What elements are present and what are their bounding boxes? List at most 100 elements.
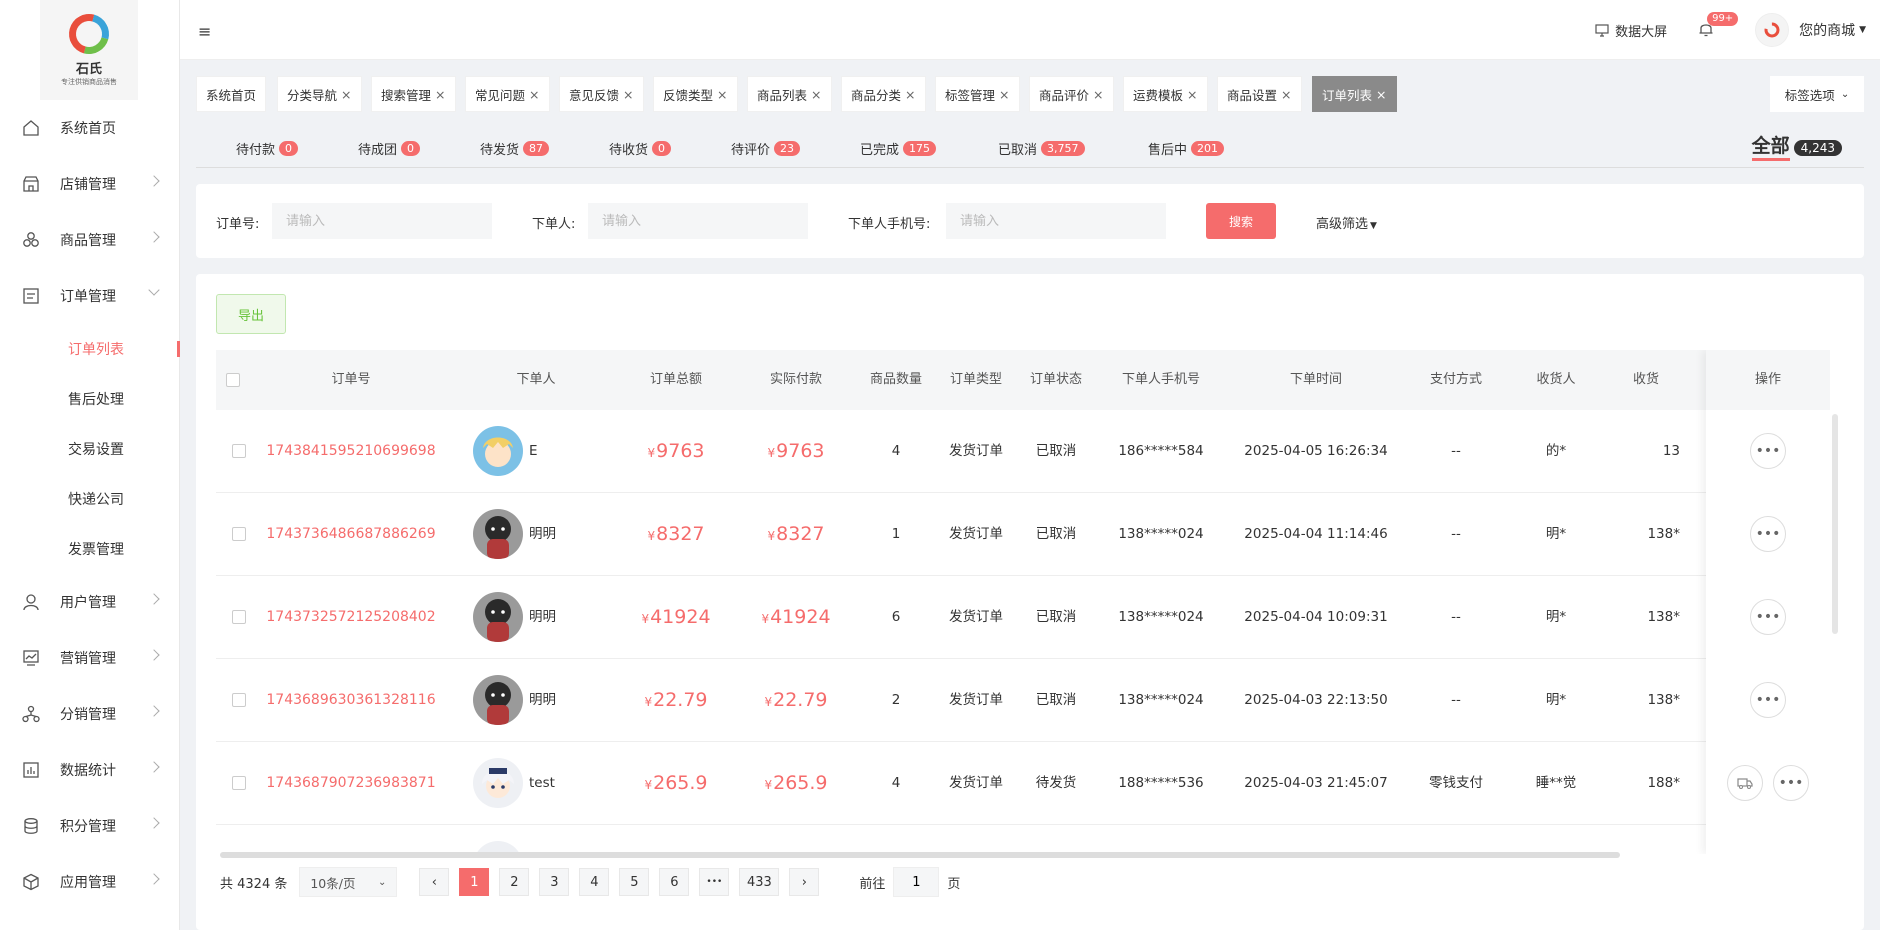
order-no-link[interactable]: 1743841595210699698 xyxy=(256,410,446,493)
close-icon[interactable]: × xyxy=(905,87,915,102)
page-ellipsis[interactable]: ••• xyxy=(699,868,730,896)
tag-feedback[interactable]: 意见反馈 × xyxy=(559,76,644,112)
row-checkbox[interactable] xyxy=(232,610,246,624)
menu-item-stats[interactable]: 数据统计 xyxy=(0,742,180,798)
page-button[interactable]: 3 xyxy=(539,868,570,896)
status-tab-after-sale[interactable]: 售后中 201 xyxy=(1148,139,1225,158)
close-icon[interactable]: × xyxy=(1093,87,1103,102)
menu-item-points[interactable]: 积分管理 xyxy=(0,798,180,854)
caret-down-icon[interactable]: ▼ xyxy=(1859,25,1866,35)
status-tab-all[interactable]: 全部 4,243 xyxy=(1751,134,1842,161)
advanced-filter-button[interactable]: 高级筛选 ▼ xyxy=(1316,213,1377,232)
menu-item-apps[interactable]: 应用管理 xyxy=(0,854,180,910)
phone-input[interactable] xyxy=(946,203,1166,239)
close-icon[interactable]: × xyxy=(341,87,351,102)
menu-item-users[interactable]: 用户管理 xyxy=(0,574,180,630)
select-all-checkbox[interactable] xyxy=(226,373,240,387)
tag-goods-category[interactable]: 商品分类 × xyxy=(841,76,926,112)
submenu-trade-settings[interactable]: 交易设置 xyxy=(0,424,180,474)
tag-home[interactable]: 系统首页 xyxy=(196,76,267,112)
submenu-order-list[interactable]: 订单列表 xyxy=(0,324,180,374)
tag-search[interactable]: 搜索管理 × xyxy=(371,76,456,112)
close-icon[interactable]: × xyxy=(717,87,727,102)
menu-item-distribution[interactable]: 分销管理 xyxy=(0,686,180,742)
page-button[interactable]: 2 xyxy=(499,868,530,896)
more-actions-button[interactable]: ••• xyxy=(1773,765,1809,801)
search-button[interactable]: 搜索 xyxy=(1206,203,1276,239)
menu-item-shop[interactable]: 店铺管理 xyxy=(0,156,180,212)
tag-goods-settings[interactable]: 商品设置 × xyxy=(1217,76,1302,112)
table-row[interactable]: 1743689630361328116 明明 ¥22.79 ¥22.79 2 发… xyxy=(216,659,1830,742)
table-row[interactable]: 1743687907236983871 test ¥265.9 ¥265.9 4… xyxy=(216,742,1830,825)
prev-page-button[interactable]: ‹ xyxy=(419,868,450,896)
order-no-link[interactable]: 1743687907236983871 xyxy=(256,742,446,825)
submenu-after-sale[interactable]: 售后处理 xyxy=(0,374,180,424)
status-tab-to-review[interactable]: 待评价 23 xyxy=(731,139,801,158)
order-no-link[interactable]: 1743736486687886269 xyxy=(256,493,446,576)
status-label: 待发货 xyxy=(480,143,520,158)
row-checkbox[interactable] xyxy=(232,527,246,541)
more-actions-button[interactable]: ••• xyxy=(1750,433,1786,469)
status-tab-completed[interactable]: 已完成 175 xyxy=(860,139,937,158)
horizontal-scrollbar[interactable] xyxy=(220,852,1620,858)
tag-options-button[interactable]: 标签选项 ⌄ xyxy=(1770,76,1864,112)
tag-order-list[interactable]: 订单列表 × xyxy=(1312,76,1397,112)
submenu-express[interactable]: 快递公司 xyxy=(0,474,180,524)
page-button[interactable]: 433 xyxy=(739,868,780,896)
page-button[interactable]: 1 xyxy=(459,868,490,896)
tag-goods-review[interactable]: 商品评价 × xyxy=(1029,76,1114,112)
shop-name[interactable]: 您的商城 xyxy=(1799,20,1855,40)
status-tab-to-receive[interactable]: 待收货 0 xyxy=(609,139,672,158)
more-actions-button[interactable]: ••• xyxy=(1750,599,1786,635)
status-tab-unpaid[interactable]: 待付款 0 xyxy=(236,139,299,158)
close-icon[interactable]: × xyxy=(1376,87,1386,102)
table-row[interactable]: 1743732572125208402 明明 ¥41924 ¥41924 6 发… xyxy=(216,576,1830,659)
menu-item-home[interactable]: 系统首页 xyxy=(0,100,180,156)
buyer-input[interactable] xyxy=(588,203,808,239)
tag-freight[interactable]: 运费模板 × xyxy=(1123,76,1208,112)
goto-page-input[interactable] xyxy=(893,867,940,897)
order-no-input[interactable] xyxy=(272,203,492,239)
table-row[interactable]: 1743841595210699698 E ¥9763 ¥9763 4 发货订单… xyxy=(216,410,1830,493)
close-icon[interactable]: × xyxy=(1187,87,1197,102)
page-button[interactable]: 6 xyxy=(659,868,690,896)
next-page-button[interactable]: › xyxy=(789,868,820,896)
more-actions-button[interactable]: ••• xyxy=(1750,516,1786,552)
page-button[interactable]: 4 xyxy=(579,868,610,896)
table-row[interactable] xyxy=(216,825,1830,854)
status-tab-group[interactable]: 待成团 0 xyxy=(358,139,421,158)
close-icon[interactable]: × xyxy=(999,87,1009,102)
row-checkbox[interactable] xyxy=(232,444,246,458)
export-button[interactable]: 导出 xyxy=(216,294,286,334)
tag-feedback-type[interactable]: 反馈类型 × xyxy=(653,76,738,112)
close-icon[interactable]: × xyxy=(529,87,539,102)
data-screen-button[interactable]: 数据大屏 xyxy=(1595,21,1667,40)
tag-faq[interactable]: 常见问题 × xyxy=(465,76,550,112)
table-row[interactable]: 1743736486687886269 明明 ¥8327 ¥8327 1 发货订… xyxy=(216,493,1830,576)
tag-category-nav[interactable]: 分类导航 × xyxy=(277,76,362,112)
menu-toggle-icon[interactable]: ≡ xyxy=(198,22,211,41)
vertical-scrollbar[interactable] xyxy=(1832,414,1838,634)
tag-label-manage[interactable]: 标签管理 × xyxy=(935,76,1020,112)
page-size-select[interactable]: 10条/页 ⌄ xyxy=(299,867,398,897)
ship-button[interactable] xyxy=(1727,765,1763,801)
row-checkbox[interactable] xyxy=(232,776,246,790)
order-no-link[interactable]: 1743689630361328116 xyxy=(256,659,446,742)
menu-item-orders[interactable]: 订单管理 xyxy=(0,268,180,324)
close-icon[interactable]: × xyxy=(623,87,633,102)
order-no-link[interactable]: 1743732572125208402 xyxy=(256,576,446,659)
close-icon[interactable]: × xyxy=(1281,87,1291,102)
row-checkbox[interactable] xyxy=(232,693,246,707)
status-tab-to-ship[interactable]: 待发货 87 xyxy=(480,139,550,158)
page-button[interactable]: 5 xyxy=(619,868,650,896)
menu-item-marketing[interactable]: 营销管理 xyxy=(0,630,180,686)
tag-goods-list[interactable]: 商品列表 × xyxy=(747,76,832,112)
close-icon[interactable]: × xyxy=(435,87,445,102)
submenu-invoice[interactable]: 发票管理 xyxy=(0,524,180,574)
status-tab-cancelled[interactable]: 已取消 3,757 xyxy=(998,139,1085,158)
menu-item-goods[interactable]: 商品管理 xyxy=(0,212,180,268)
more-actions-button[interactable]: ••• xyxy=(1750,682,1786,718)
notification-bell[interactable]: 99+ xyxy=(1697,12,1739,40)
shop-avatar[interactable] xyxy=(1755,13,1790,47)
close-icon[interactable]: × xyxy=(811,87,821,102)
